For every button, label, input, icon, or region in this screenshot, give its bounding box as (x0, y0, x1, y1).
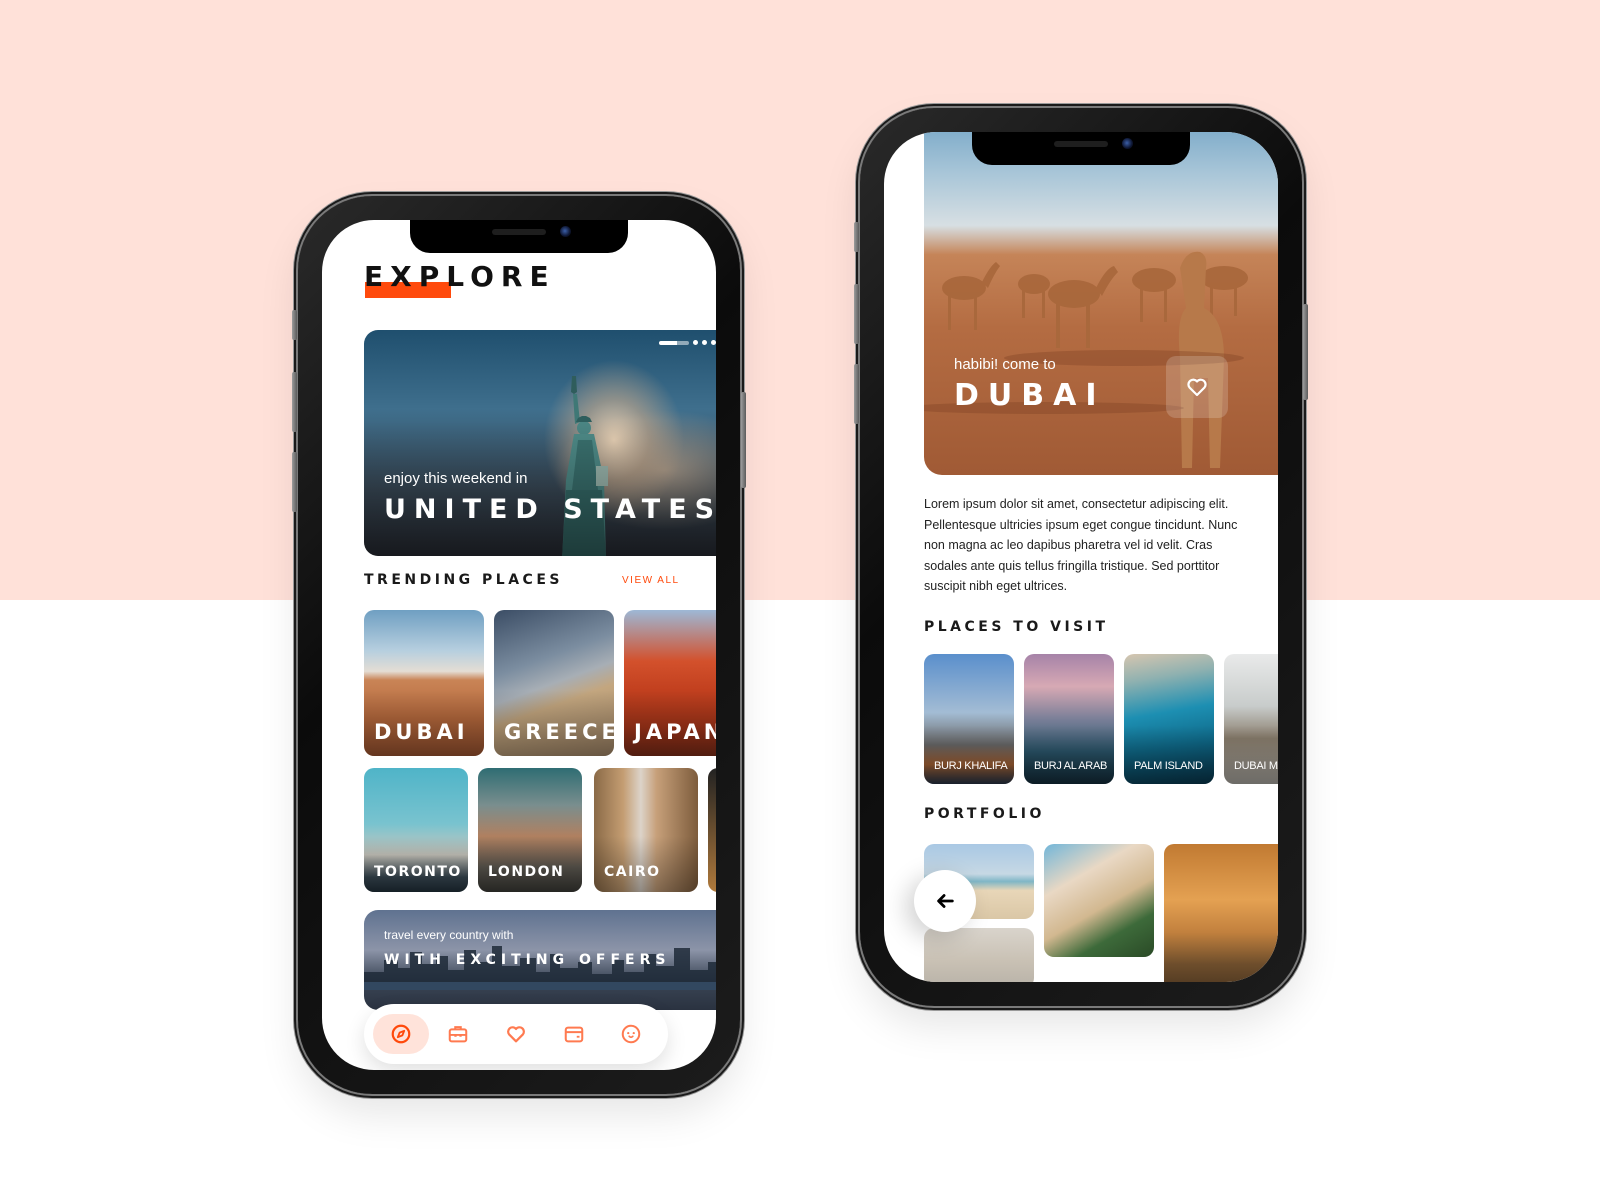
trending-tile-toronto[interactable]: TORONTO (364, 768, 468, 892)
notch (410, 220, 628, 253)
nav-trips[interactable] (430, 1014, 486, 1054)
tile-label: LONDON (488, 864, 565, 880)
tile-label: JAPAN (634, 720, 716, 744)
back-button[interactable] (914, 870, 976, 932)
arrow-left-icon (937, 894, 954, 908)
mute-switch (292, 310, 297, 340)
briefcase-icon (449, 1026, 468, 1043)
places-heading: PLACES TO VISIT (924, 619, 1109, 635)
power-button (1303, 304, 1308, 400)
offer-subtitle: travel every country with (384, 928, 514, 942)
front-camera (1122, 138, 1133, 149)
tile-label: BURJ KHALIFA (934, 760, 1008, 772)
detail-title: DUBAI (954, 378, 1106, 413)
tile-label: BURJ AL ARAB (1034, 760, 1108, 772)
front-camera (560, 226, 571, 237)
explore-screen: EXPLORE enjoy this weekend in UNITED STA… (322, 220, 716, 1070)
place-tile-palm-island[interactable]: PALM ISLAND (1124, 654, 1214, 784)
compass-icon (391, 1024, 411, 1044)
trending-tile-cairo[interactable]: CAIRO (594, 768, 698, 892)
dubai-hero-image: habibi! come to DUBAI (924, 132, 1278, 475)
hero-title: UNITED STATES (384, 494, 716, 525)
trending-tile-dubai[interactable]: DUBAI (364, 610, 484, 756)
hero-subtitle: enjoy this weekend in (384, 470, 528, 487)
portfolio-photo-skyline[interactable] (924, 928, 1034, 982)
destination-description: Lorem ipsum dolor sit amet, consectetur … (924, 497, 1238, 594)
speaker-grille (1054, 141, 1108, 147)
notch (972, 132, 1190, 165)
trending-heading: TRENDING PLACES (364, 572, 563, 588)
tile-label: DUBAI (374, 720, 469, 744)
nav-explore[interactable] (372, 1014, 429, 1054)
portfolio-photo-architecture[interactable] (1044, 844, 1154, 957)
trending-tile-greece[interactable]: GREECE (494, 610, 614, 756)
power-button (741, 392, 746, 488)
favorite-button[interactable] (1166, 356, 1228, 418)
heart-icon (507, 1026, 525, 1043)
volume-up-button (854, 284, 859, 344)
trending-tile-london[interactable]: LONDON (478, 768, 582, 892)
volume-down-button (292, 452, 297, 512)
place-tile-burj-khalifa[interactable]: BURJ KHALIFA (924, 654, 1014, 784)
nav-favorites[interactable] (488, 1014, 544, 1054)
nav-profile[interactable] (603, 1014, 659, 1054)
trending-tile-japan[interactable]: JAPAN (624, 610, 716, 756)
detail-screen: habibi! come to DUBAI Lorem ipsum dolor … (884, 132, 1278, 982)
view-all-link[interactable]: VIEW ALL (622, 575, 680, 586)
volume-up-button (292, 372, 297, 432)
speaker-grille (492, 229, 546, 235)
bottom-navigation (364, 1004, 668, 1064)
tile-label: CAIRO (604, 864, 661, 880)
place-tile-burj-al-arab[interactable]: BURJ AL ARAB (1024, 654, 1114, 784)
portfolio-photo-desert-sunset[interactable] (1164, 844, 1278, 982)
place-tile-dubai-mall[interactable]: DUBAI MALL (1224, 654, 1278, 784)
nav-wallet[interactable] (546, 1014, 602, 1054)
background-top-band (0, 0, 1600, 600)
tile-label: DUBAI MALL (1234, 760, 1278, 772)
hero-card-united-states[interactable]: enjoy this weekend in UNITED STATES (364, 330, 716, 556)
tile-label: GREECE (504, 720, 614, 744)
carousel-indicator[interactable] (659, 340, 716, 345)
carousel-dot[interactable] (693, 340, 698, 345)
heart-icon (1187, 378, 1207, 397)
phone-explore: EXPLORE enjoy this weekend in UNITED STA… (292, 196, 746, 1094)
carousel-dot[interactable] (702, 340, 707, 345)
trending-tile-more[interactable] (708, 768, 716, 892)
phone-detail: habibi! come to DUBAI Lorem ipsum dolor … (854, 108, 1308, 1006)
tile-label: PALM ISLAND (1134, 760, 1203, 772)
mute-switch (854, 222, 859, 252)
carousel-dot-active[interactable] (659, 340, 689, 345)
volume-down-button (854, 364, 859, 424)
wallet-icon (564, 1026, 583, 1043)
offer-banner[interactable]: travel every country with WITH EXCITING … (364, 910, 716, 1010)
carousel-dot[interactable] (711, 340, 716, 345)
detail-subtitle: habibi! come to (954, 356, 1056, 373)
offer-title: WITH EXCITING OFFERS (384, 952, 671, 968)
page-title: EXPLORE (364, 260, 556, 293)
smile-icon (621, 1024, 641, 1044)
tile-label: TORONTO (374, 864, 462, 880)
portfolio-heading: PORTFOLIO (924, 806, 1045, 822)
